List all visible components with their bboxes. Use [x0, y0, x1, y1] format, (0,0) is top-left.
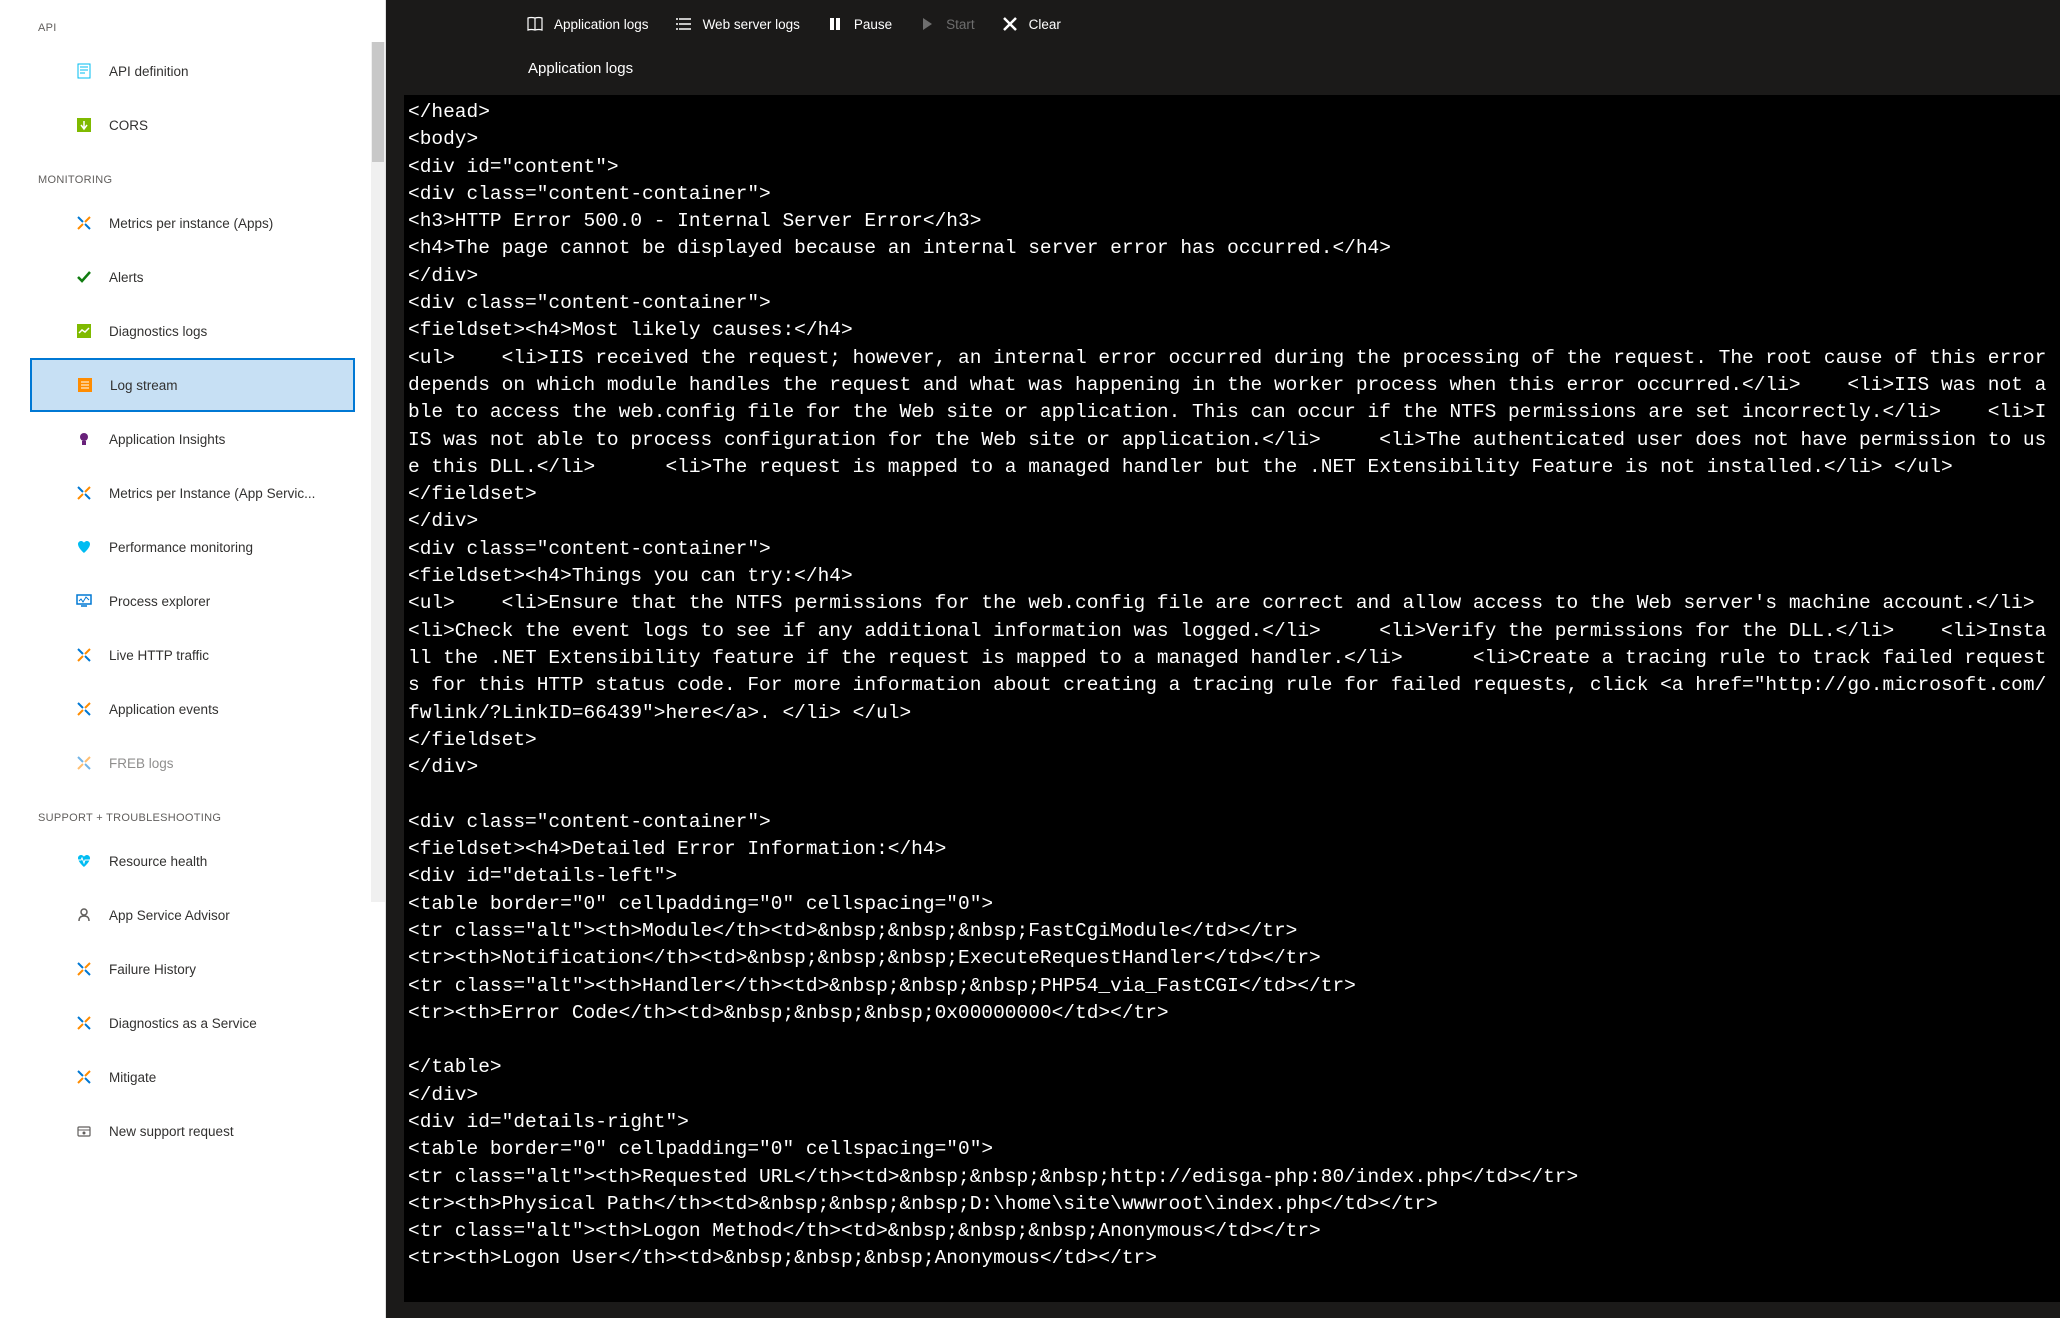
- sidebar-item-diagnostics-logs[interactable]: Diagnostics logs: [30, 304, 355, 358]
- log-output[interactable]: </head> <body> <div id="content"> <div c…: [404, 95, 2060, 1302]
- nav-label: API definition: [109, 64, 189, 79]
- sidebar-item-cors[interactable]: CORS: [30, 98, 355, 152]
- nav-label: Metrics per Instance (App Servic...: [109, 486, 315, 501]
- sidebar-item-alerts[interactable]: Alerts: [30, 250, 355, 304]
- support-icon: [75, 1122, 93, 1140]
- application-logs-button[interactable]: Application logs: [526, 15, 649, 33]
- monitor-icon: [75, 592, 93, 610]
- tool-label: Application logs: [554, 17, 649, 32]
- tool-label: Clear: [1029, 17, 1061, 32]
- diagnostics-icon: [75, 322, 93, 340]
- person-icon: [75, 906, 93, 924]
- checkmark-icon: [75, 268, 93, 286]
- stream-icon: [76, 376, 94, 394]
- sidebar-item-live-http[interactable]: Live HTTP traffic: [30, 628, 355, 682]
- lightbulb-icon: [75, 430, 93, 448]
- tool-label: Pause: [854, 17, 892, 32]
- nav-label: New support request: [109, 1124, 234, 1139]
- web-server-logs-button[interactable]: Web server logs: [675, 15, 800, 33]
- page-title: Application logs: [386, 48, 2060, 95]
- nav-label: Log stream: [110, 378, 178, 393]
- cors-icon: [75, 116, 93, 134]
- sidebar-item-diagnostics-service[interactable]: Diagnostics as a Service: [30, 996, 355, 1050]
- tools-icon: [75, 700, 93, 718]
- nav-label: App Service Advisor: [109, 908, 230, 923]
- nav-label: Resource health: [109, 854, 207, 869]
- nav-label: Process explorer: [109, 594, 210, 609]
- sidebar-item-resource-health[interactable]: Resource health: [30, 834, 355, 888]
- nav-label: Performance monitoring: [109, 540, 253, 555]
- section-api: API: [0, 0, 385, 44]
- nav-label: Metrics per instance (Apps): [109, 216, 273, 231]
- tools-icon: [75, 646, 93, 664]
- nav-label: Failure History: [109, 962, 196, 977]
- start-button: Start: [918, 15, 975, 33]
- sidebar-item-performance-monitoring[interactable]: Performance monitoring: [30, 520, 355, 574]
- book-icon: [526, 15, 544, 33]
- sidebar-item-application-events[interactable]: Application events: [30, 682, 355, 736]
- scrollbar[interactable]: [371, 42, 385, 902]
- nav-label: Alerts: [109, 270, 144, 285]
- play-icon: [918, 15, 936, 33]
- sidebar-item-mitigate[interactable]: Mitigate: [30, 1050, 355, 1104]
- clear-button[interactable]: Clear: [1001, 15, 1061, 33]
- scrollbar-thumb[interactable]: [372, 42, 384, 162]
- pause-icon: [826, 15, 844, 33]
- sidebar-item-new-support[interactable]: New support request: [30, 1104, 355, 1158]
- document-icon: [75, 62, 93, 80]
- tools-icon: [75, 1014, 93, 1032]
- sidebar-item-api-definition[interactable]: API definition: [30, 44, 355, 98]
- sidebar-item-metrics-apps[interactable]: Metrics per instance (Apps): [30, 196, 355, 250]
- main-panel: Application logs Web server logs Pause S…: [386, 0, 2060, 1318]
- nav-label: Application Insights: [109, 432, 225, 447]
- close-icon: [1001, 15, 1019, 33]
- sidebar: API API definition CORS MONITORING Metri…: [0, 0, 386, 1318]
- sidebar-item-log-stream[interactable]: Log stream: [30, 358, 355, 412]
- tools-icon: [75, 484, 93, 502]
- nav-label: Diagnostics logs: [109, 324, 207, 339]
- sidebar-item-application-insights[interactable]: Application Insights: [30, 412, 355, 466]
- sidebar-item-app-service-advisor[interactable]: App Service Advisor: [30, 888, 355, 942]
- tools-icon: [75, 214, 93, 232]
- sidebar-item-freb-logs[interactable]: FREB logs: [30, 736, 355, 790]
- nav-label: Mitigate: [109, 1070, 156, 1085]
- nav-label: Live HTTP traffic: [109, 648, 209, 663]
- tools-icon: [75, 960, 93, 978]
- section-support: SUPPORT + TROUBLESHOOTING: [0, 790, 385, 834]
- nav-label: Diagnostics as a Service: [109, 1016, 257, 1031]
- nav-label: FREB logs: [109, 756, 174, 771]
- tools-icon: [75, 1068, 93, 1086]
- sidebar-item-process-explorer[interactable]: Process explorer: [30, 574, 355, 628]
- pause-button[interactable]: Pause: [826, 15, 892, 33]
- toolbar: Application logs Web server logs Pause S…: [386, 0, 2060, 48]
- tool-label: Web server logs: [703, 17, 800, 32]
- nav-label: Application events: [109, 702, 219, 717]
- list-icon: [675, 15, 693, 33]
- nav-label: CORS: [109, 118, 148, 133]
- section-monitoring: MONITORING: [0, 152, 385, 196]
- heart-icon: [75, 538, 93, 556]
- tools-icon: [75, 754, 93, 772]
- sidebar-item-metrics-app-service[interactable]: Metrics per Instance (App Servic...: [30, 466, 355, 520]
- sidebar-item-failure-history[interactable]: Failure History: [30, 942, 355, 996]
- tool-label: Start: [946, 17, 975, 32]
- heart-pulse-icon: [75, 852, 93, 870]
